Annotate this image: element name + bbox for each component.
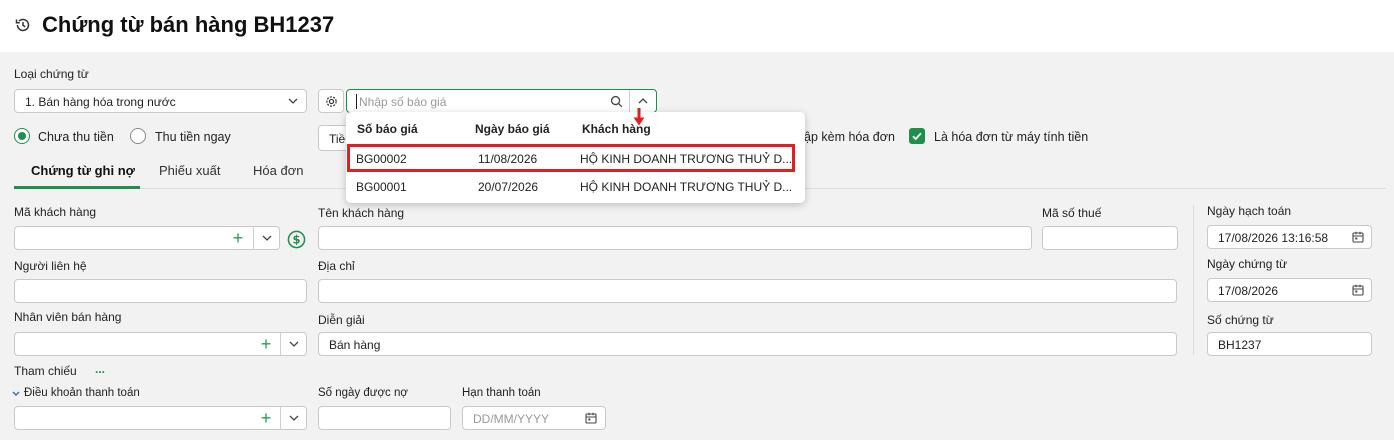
calendar-icon[interactable] [585, 412, 597, 424]
quote-customer: HỘ KINH DOANH TRƯƠNG THUỶ D... [580, 180, 793, 194]
voucher-date-input[interactable]: 17/08/2026 [1207, 278, 1372, 302]
tab-debit-voucher[interactable]: Chứng từ ghi nợ [31, 163, 135, 178]
column-quote-number: Số báo giá [357, 122, 418, 136]
cash-register-label: Là hóa đơn từ máy tính tiền [934, 130, 1089, 144]
address-input[interactable] [318, 279, 1177, 303]
voucher-date-value: 17/08/2026 [1218, 284, 1279, 298]
annotation-arrow [633, 108, 645, 126]
chevron-down-icon [289, 341, 299, 347]
quote-number: BG00001 [356, 180, 407, 194]
quote-dropdown-header: Số báo giá Ngày báo giá Khách hàng [346, 112, 805, 144]
plus-icon: + [260, 408, 272, 428]
posting-date-label: Ngày hạch toán [1207, 204, 1292, 218]
salesperson-input[interactable]: + [14, 332, 307, 356]
search-icon[interactable] [610, 95, 623, 108]
page-header: Chứng từ bán hàng BH1237 [0, 0, 1394, 52]
voucher-type-label: Loại chứng từ [14, 67, 89, 81]
due-date-placeholder: DD/MM/YYYY [473, 412, 550, 426]
posting-date-value: 17/08/2026 13:16:58 [1218, 231, 1329, 245]
voucher-no-label: Số chứng từ [1207, 313, 1274, 327]
chevron-down-icon [288, 98, 298, 104]
svg-text:$: $ [293, 232, 301, 246]
text-cursor [356, 94, 357, 109]
paid-now-radio[interactable] [130, 128, 146, 144]
tab-delivery-note[interactable]: Phiếu xuất [159, 163, 220, 178]
customer-name-label: Tên khách hàng [318, 206, 405, 220]
scrollbar[interactable] [1384, 52, 1394, 440]
unpaid-radio[interactable] [14, 128, 30, 144]
contact-input[interactable] [14, 279, 307, 303]
quote-search-placeholder: Nhập số báo giá [359, 95, 447, 109]
reference-more-link[interactable]: ... [95, 362, 105, 376]
dollar-icon[interactable]: $ [287, 230, 306, 249]
quote-date: 20/07/2026 [478, 180, 539, 194]
customer-dropdown-button[interactable] [254, 227, 280, 249]
highlight-box [347, 144, 795, 172]
chevron-down-icon [289, 415, 299, 421]
reference-label: Tham chiếu [14, 364, 77, 378]
tax-code-label: Mã số thuế [1042, 206, 1102, 220]
unpaid-label: Chưa thu tiền [38, 130, 114, 144]
panel-divider [1193, 205, 1194, 355]
due-date-input[interactable]: DD/MM/YYYY [462, 406, 606, 430]
page-title: Chứng từ bán hàng BH1237 [42, 12, 335, 37]
chevron-down-icon [262, 235, 272, 241]
calendar-icon[interactable] [1352, 231, 1364, 243]
payment-terms-input[interactable]: + [14, 406, 307, 430]
description-label: Diễn giải [318, 313, 365, 327]
divider [629, 90, 630, 112]
voucher-no-input[interactable]: BH1237 [1207, 332, 1372, 356]
add-payment-terms-button[interactable]: + [253, 407, 279, 429]
payment-terms-dropdown-button[interactable] [281, 407, 307, 429]
due-date-label: Hạn thanh toán [462, 387, 541, 399]
gear-icon [326, 96, 337, 107]
quote-search-input[interactable]: Nhập số báo giá [346, 89, 657, 113]
contact-label: Người liên hệ [14, 259, 87, 273]
tab-invoice[interactable]: Hóa đơn [253, 163, 303, 178]
add-salesperson-button[interactable]: + [253, 333, 279, 355]
credit-days-label: Số ngày được nợ [318, 387, 408, 399]
paid-now-label: Thu tiền ngay [155, 130, 231, 144]
plus-icon: + [260, 334, 272, 354]
check-icon [912, 132, 922, 141]
description-input[interactable]: Bán hàng [318, 332, 1177, 356]
customer-name-input[interactable] [318, 226, 1032, 250]
column-quote-date: Ngày báo giá [475, 122, 550, 136]
voucher-type-select[interactable]: 1. Bán hàng hóa trong nước [14, 89, 307, 113]
cash-register-checkbox[interactable] [909, 128, 925, 144]
caret-down-icon[interactable] [12, 391, 20, 397]
salesperson-dropdown-button[interactable] [281, 333, 307, 355]
customer-code-input[interactable]: + [14, 226, 280, 250]
salesperson-label: Nhân viên bán hàng [14, 310, 122, 324]
description-value: Bán hàng [329, 338, 381, 352]
active-tab-indicator [14, 186, 140, 189]
tax-code-input[interactable] [1042, 226, 1178, 250]
credit-days-input[interactable] [318, 406, 451, 430]
settings-button[interactable] [318, 89, 344, 113]
payment-terms-label: Điều khoản thanh toán [24, 387, 140, 399]
add-customer-button[interactable]: + [225, 227, 251, 249]
voucher-type-value: 1. Bán hàng hóa trong nước [25, 95, 176, 109]
plus-icon: + [232, 228, 244, 248]
calendar-icon[interactable] [1352, 284, 1364, 296]
payment-method-label: Tiề [329, 132, 346, 146]
history-icon[interactable] [14, 16, 32, 34]
address-label: Địa chỉ [318, 259, 355, 273]
quote-row[interactable]: BG00001 20/07/2026 HỘ KINH DOANH TRƯƠNG … [346, 172, 805, 200]
chevron-up-icon[interactable] [638, 98, 648, 104]
voucher-date-label: Ngày chứng từ [1207, 257, 1288, 271]
invoice-option-label: ập kèm hóa đơn [804, 130, 895, 144]
voucher-no-value: BH1237 [1218, 338, 1262, 352]
customer-code-label: Mã khách hàng [14, 205, 97, 219]
posting-date-input[interactable]: 17/08/2026 13:16:58 [1207, 225, 1372, 249]
